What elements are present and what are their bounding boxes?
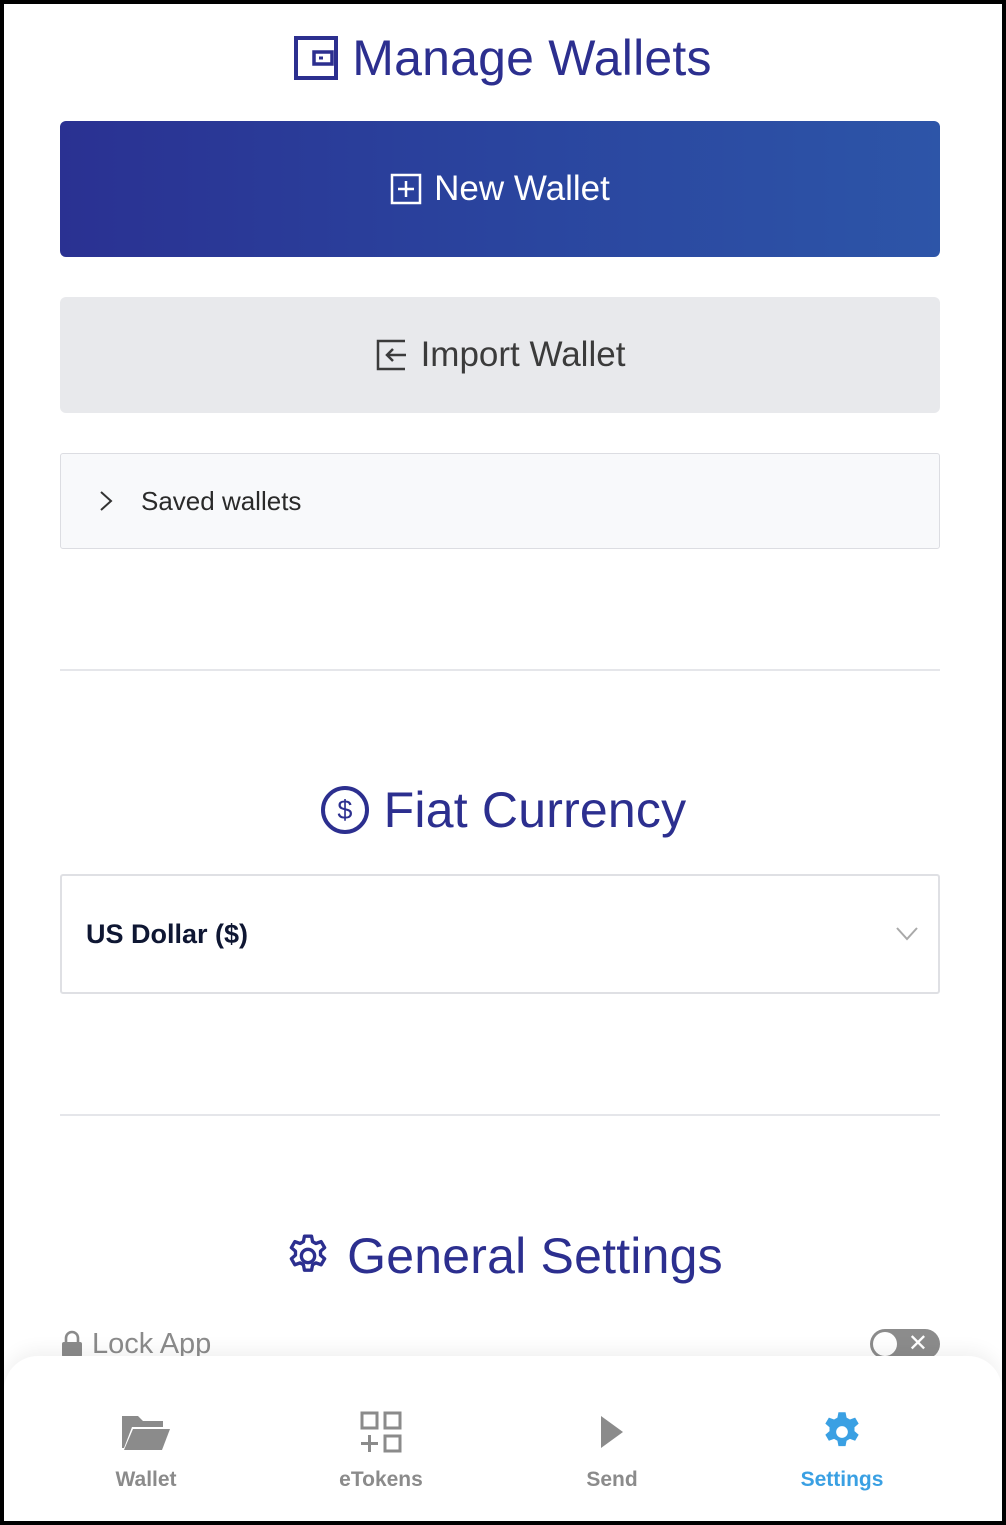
nav-item-wallet[interactable]: Wallet — [46, 1356, 246, 1521]
plus-square-icon — [390, 173, 422, 205]
import-wallet-label: Import Wallet — [420, 335, 626, 374]
play-icon — [601, 1416, 623, 1448]
manage-wallets-heading: Manage Wallets — [4, 28, 1002, 88]
general-settings-heading: General Settings — [4, 1226, 1002, 1286]
gear-icon — [825, 1412, 859, 1447]
chevron-right-icon — [100, 491, 113, 511]
nav-label-send: Send — [586, 1468, 638, 1491]
section-divider — [60, 1114, 940, 1116]
lock-icon — [62, 1330, 82, 1357]
import-icon — [376, 339, 406, 371]
new-wallet-label: New Wallet — [434, 169, 610, 208]
fiat-currency-heading: $ Fiat Currency — [4, 780, 1002, 840]
nav-label-settings: Settings — [800, 1468, 884, 1491]
currency-select-value: US Dollar ($) — [86, 918, 249, 949]
nav-label-wallet: Wallet — [115, 1468, 177, 1491]
fiat-currency-title: Fiat Currency — [383, 782, 687, 838]
lock-app-toggle[interactable]: ✕ — [870, 1329, 940, 1359]
currency-select[interactable]: US Dollar ($) — [60, 874, 940, 994]
nav-item-send[interactable]: Send — [512, 1356, 712, 1521]
new-wallet-button[interactable]: New Wallet — [60, 121, 940, 257]
toggle-knob — [873, 1332, 897, 1356]
saved-wallets-label: Saved wallets — [141, 485, 302, 516]
bottom-nav: Wallet eTokens Send Settings — [4, 1356, 1002, 1521]
close-icon: ✕ — [907, 1330, 928, 1357]
saved-wallets-collapse[interactable]: Saved wallets — [60, 453, 940, 549]
wallet-icon — [294, 36, 339, 80]
dollar-circle-icon: $ — [320, 786, 369, 834]
svg-text:$: $ — [337, 795, 352, 825]
nav-item-etokens[interactable]: eTokens — [281, 1356, 481, 1521]
import-wallet-button[interactable]: Import Wallet — [60, 297, 940, 413]
chevron-down-icon — [896, 927, 918, 941]
general-settings-title: General Settings — [347, 1228, 723, 1284]
nav-label-etokens: eTokens — [339, 1468, 423, 1491]
manage-wallets-title: Manage Wallets — [352, 30, 712, 86]
append-icon — [360, 1411, 402, 1453]
nav-item-settings[interactable]: Settings — [742, 1356, 942, 1521]
gear-icon — [289, 1234, 327, 1272]
settings-screen: Manage Wallets New Wallet Import Wallet … — [4, 4, 1002, 1521]
folder-open-icon — [122, 1416, 170, 1450]
section-divider — [60, 669, 940, 671]
